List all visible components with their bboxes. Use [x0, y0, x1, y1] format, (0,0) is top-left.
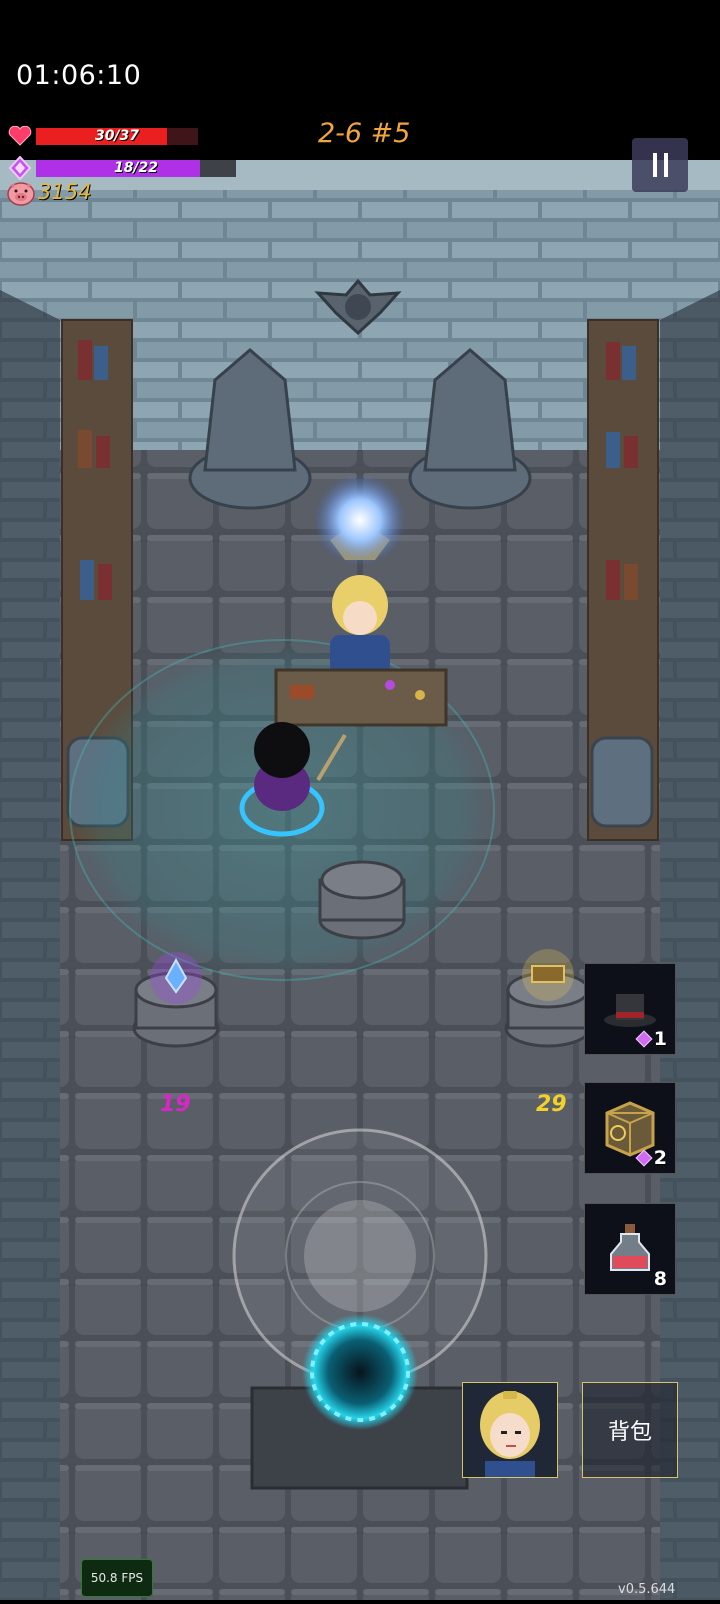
rune-cube-cost-value: 2 — [653, 1147, 667, 1169]
hp-bar-text: 30/37 — [94, 127, 140, 144]
mana-gem-icon — [635, 1149, 653, 1167]
mp-bar-text: 18/22 — [113, 159, 159, 176]
item-slot-top-hat[interactable]: 1 — [584, 963, 676, 1055]
fps-counter: 50.8 FPS — [81, 1559, 153, 1597]
pause-button[interactable] — [632, 138, 688, 192]
hp-row: 30/37 — [8, 126, 198, 146]
pause-icon-bar-right — [663, 153, 668, 177]
clock-text: 01:06:10 — [16, 60, 142, 91]
bag-button[interactable]: 背包 — [582, 1382, 678, 1478]
gold-count: 3154 — [38, 180, 92, 204]
mp-bar: 18/22 — [36, 159, 236, 177]
level-indicator: 2-6 #5 — [318, 118, 411, 149]
version-label: v0.5.644 — [618, 1582, 676, 1597]
red-potion-count: 8 — [653, 1268, 667, 1290]
top-hat-cost: 1 — [635, 1028, 667, 1050]
pig-icon — [7, 182, 35, 206]
item-slot-red-potion[interactable]: 8 — [584, 1203, 676, 1295]
heart-icon — [8, 126, 32, 146]
rune-cube-cost: 2 — [635, 1147, 667, 1169]
left-pedestal-price: 19 — [160, 1092, 191, 1117]
mana-gem-icon — [635, 1030, 653, 1048]
mana-gem-icon — [8, 156, 32, 180]
pause-icon-bar-left — [652, 153, 657, 177]
item-slot-rune-cube[interactable]: 2 — [584, 1082, 676, 1174]
right-pedestal-price: 29 — [536, 1092, 567, 1117]
companion-avatar — [480, 1391, 540, 1477]
top-hat-cost-value: 1 — [653, 1028, 667, 1050]
hp-bar: 30/37 — [36, 127, 198, 145]
mp-row: 18/22 — [8, 156, 236, 180]
companion-portrait[interactable] — [462, 1382, 558, 1478]
